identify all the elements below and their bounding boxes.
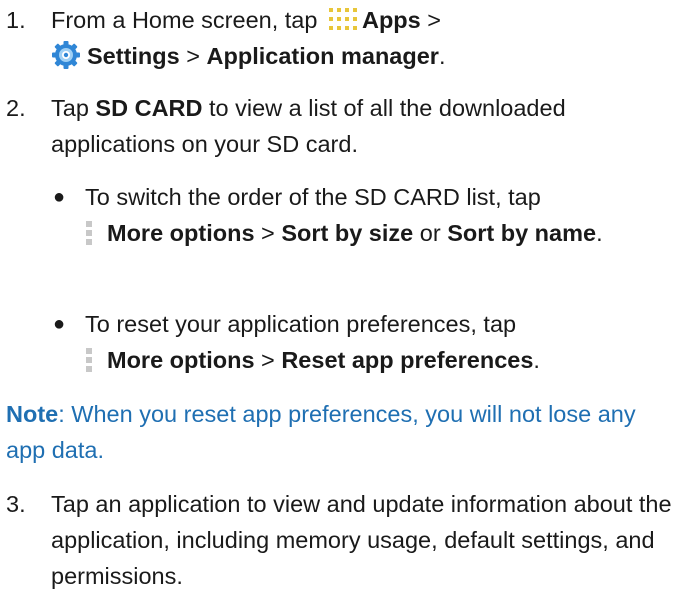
step-text: Tap SD CARD to view a list of all the do… — [51, 95, 566, 157]
document-page: 1. From a Home screen, tap Apps > Settin… — [0, 0, 679, 609]
more-options-icon — [86, 221, 92, 245]
more-options-label: More options — [107, 220, 255, 246]
step-text: Tap an application to view and update in… — [51, 491, 672, 589]
step-number: 1. — [6, 7, 26, 33]
sort-by-size-label: Sort by size — [281, 220, 414, 246]
apps-label: Apps — [361, 7, 421, 33]
settings-gear-icon — [52, 41, 80, 69]
step-number: 2. — [6, 95, 26, 121]
application-manager-label: Application manager — [206, 43, 439, 69]
apps-grid-icon — [328, 8, 357, 30]
step-number: 3. — [6, 491, 26, 517]
sd-card-label: SD CARD — [95, 95, 203, 121]
bullet-text: To switch the order of the SD CARD list,… — [85, 184, 603, 246]
step-text: From a Home screen, tap Apps > Settings … — [51, 7, 446, 69]
settings-label: Settings — [87, 43, 180, 69]
step-1: 1. From a Home screen, tap Apps > Settin… — [6, 2, 676, 74]
bullet-reset: ● To reset your application preferences,… — [53, 306, 673, 378]
bullet-dot: ● — [53, 186, 66, 208]
sort-by-name-label: Sort by name — [447, 220, 597, 246]
note-text: : When you reset app preferences, you wi… — [6, 401, 636, 463]
reset-app-preferences-label: Reset app preferences — [281, 347, 534, 373]
more-options-label: More options — [107, 347, 255, 373]
bullet-sort: ● To switch the order of the SD CARD lis… — [53, 179, 673, 251]
bullet-dot: ● — [53, 313, 66, 335]
step-2: 2. Tap SD CARD to view a list of all the… — [6, 90, 676, 162]
more-options-icon — [86, 348, 92, 372]
note-paragraph: Note: When you reset app preferences, yo… — [6, 396, 676, 468]
step-3: 3. Tap an application to view and update… — [6, 486, 676, 594]
note-label: Note — [6, 401, 59, 427]
bullet-text: To reset your application preferences, t… — [85, 311, 540, 373]
